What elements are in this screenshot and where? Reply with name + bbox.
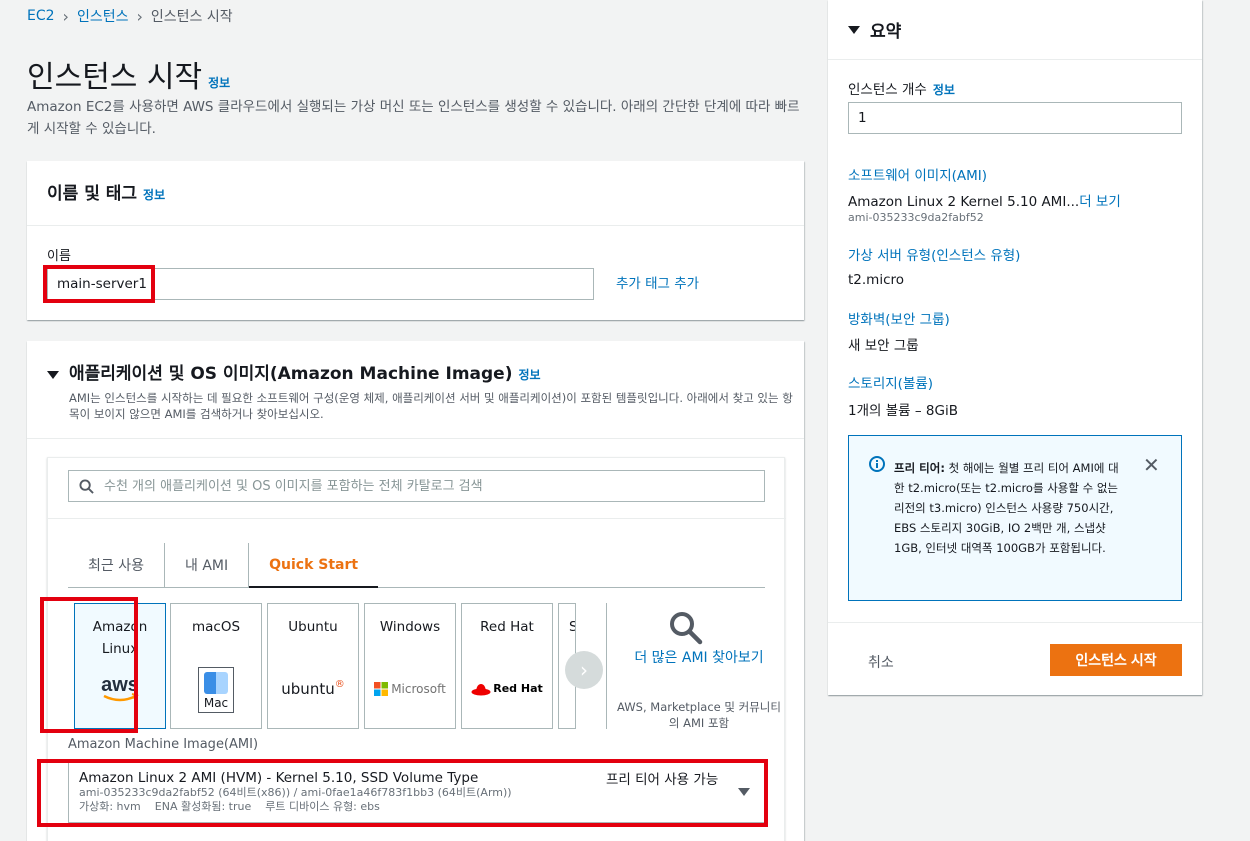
mac-logo-icon: Mac (171, 666, 261, 714)
add-tag-link[interactable]: 추가 태그 추가 (616, 272, 699, 292)
name-tags-info-link[interactable]: 정보 (143, 186, 165, 203)
cancel-button[interactable]: 취소 (868, 652, 894, 672)
instance-count-input[interactable]: 1 (848, 102, 1182, 134)
tab-recent[interactable]: 최근 사용 (68, 543, 165, 587)
summary-header[interactable]: 요약 (828, 0, 1202, 60)
more-view-link[interactable]: 더 보기 (1079, 194, 1121, 210)
caret-down-icon[interactable] (47, 371, 59, 379)
ami-info-link[interactable]: 정보 (518, 366, 540, 383)
summary-footer: 취소 인스턴스 시작 (828, 622, 1202, 695)
name-highlight-box (43, 265, 155, 303)
free-tier-text: 프리 티어: 첫 해에는 월별 프리 티어 AMI에 대한 t2.micro(또… (894, 461, 1119, 555)
chevron-right-icon: › (62, 6, 69, 26)
close-icon[interactable]: ✕ (1143, 453, 1160, 477)
info-icon (869, 456, 885, 472)
breadcrumb-instances[interactable]: 인스턴스 (77, 6, 129, 26)
ami-select-label: Amazon Machine Image(AMI) (68, 737, 259, 752)
ami-search-box[interactable] (68, 470, 765, 502)
instance-count-label: 인스턴스 개수 정보 (848, 82, 955, 98)
ami-header: 애플리케이션 및 OS 이미지(Amazon Machine Image) 정보… (27, 341, 804, 439)
breadcrumb-ec2[interactable]: EC2 (27, 8, 55, 24)
ami-title: 애플리케이션 및 OS 이미지(Amazon Machine Image) (69, 364, 513, 384)
firewall-value: 새 보안 그룹 (848, 338, 919, 354)
free-tier-alert: 프리 티어: 첫 해에는 월별 프리 티어 AMI에 대한 t2.micro(또… (848, 435, 1182, 601)
name-tags-panel: 이름 및 태그 정보 이름 main-server1 추가 태그 추가 (27, 161, 804, 320)
tab-my-ami[interactable]: 내 AMI (165, 543, 250, 587)
browse-more-ami[interactable]: 더 많은 AMI 찾아보기 AWS, Marketplace 및 커뮤니티의 A… (606, 603, 789, 730)
redhat-logo-icon: Red Hat (462, 674, 552, 704)
os-tile-macos[interactable]: macOS Mac (170, 603, 262, 729)
os-tile-ubuntu[interactable]: Ubuntu ubuntu ® (267, 603, 359, 729)
tile-highlight-box (40, 597, 138, 733)
firewall-link[interactable]: 방화벽(보안 그룹) (848, 308, 950, 328)
ami-highlight-box (37, 759, 768, 827)
caret-down-icon[interactable] (848, 25, 860, 34)
launch-instance-button[interactable]: 인스턴스 시작 (1050, 644, 1182, 676)
chevron-right-icon[interactable]: › (565, 651, 603, 689)
os-tile-redhat[interactable]: Red Hat Red Hat (461, 603, 553, 729)
browse-more-ami-sub: AWS, Marketplace 및 커뮤니티의 AMI 포함 (617, 700, 781, 730)
microsoft-logo-icon: Microsoft (365, 674, 455, 704)
tab-quick-start[interactable]: Quick Start (249, 543, 379, 588)
ami-tabs: 최근 사용 내 AMI Quick Start (68, 543, 765, 588)
breadcrumb-current: 인스턴스 시작 (150, 9, 233, 25)
os-tile-windows[interactable]: Windows Microsoft (364, 603, 456, 729)
browse-more-ami-link[interactable]: 더 많은 AMI 찾아보기 (619, 648, 779, 669)
page-description: Amazon EC2를 사용하면 AWS 클라우드에서 실행되는 가상 머신 또… (27, 99, 800, 137)
search-icon (79, 478, 94, 494)
instance-type-value: t2.micro (848, 272, 905, 288)
summary-title: 요약 (870, 22, 902, 42)
page-title-text: 인스턴스 시작 (27, 60, 203, 95)
summary-panel: 요약 인스턴스 개수 정보 1 소프트웨어 이미지(AMI) Amazon Lin… (828, 0, 1202, 695)
ami-description: AMI는 인스턴스를 시작하는 데 필요한 소프트웨어 구성(운영 체제, 애플… (69, 391, 793, 421)
storage-value: 1개의 볼륨 – 8GiB (848, 403, 958, 419)
page-info-link[interactable]: 정보 (208, 74, 230, 91)
page-title: 인스턴스 시작 정보 (27, 52, 230, 96)
divider (48, 518, 786, 519)
storage-link[interactable]: 스토리지(볼륨) (848, 372, 933, 392)
ami-id: ami-035233c9da2fabf52 (848, 211, 984, 224)
software-image-link[interactable]: 소프트웨어 이미지(AMI) (848, 164, 987, 184)
breadcrumb: EC2 › 인스턴스 › 인스턴스 시작 (27, 6, 233, 26)
software-image-value: Amazon Linux 2 Kernel 5.10 AMI...더 보기 (848, 194, 1121, 210)
ubuntu-logo-icon: ubuntu ® (281, 679, 345, 698)
search-icon (670, 612, 703, 645)
ami-search-input[interactable] (104, 478, 764, 494)
name-tags-title: 이름 및 태그 (47, 184, 138, 204)
name-label: 이름 (47, 249, 71, 264)
name-tags-header: 이름 및 태그 정보 (27, 161, 804, 226)
chevron-right-icon: › (136, 6, 143, 26)
instance-type-link[interactable]: 가상 서버 유형(인스턴스 유형) (848, 244, 1020, 264)
instance-count-info-link[interactable]: 정보 (933, 83, 955, 97)
